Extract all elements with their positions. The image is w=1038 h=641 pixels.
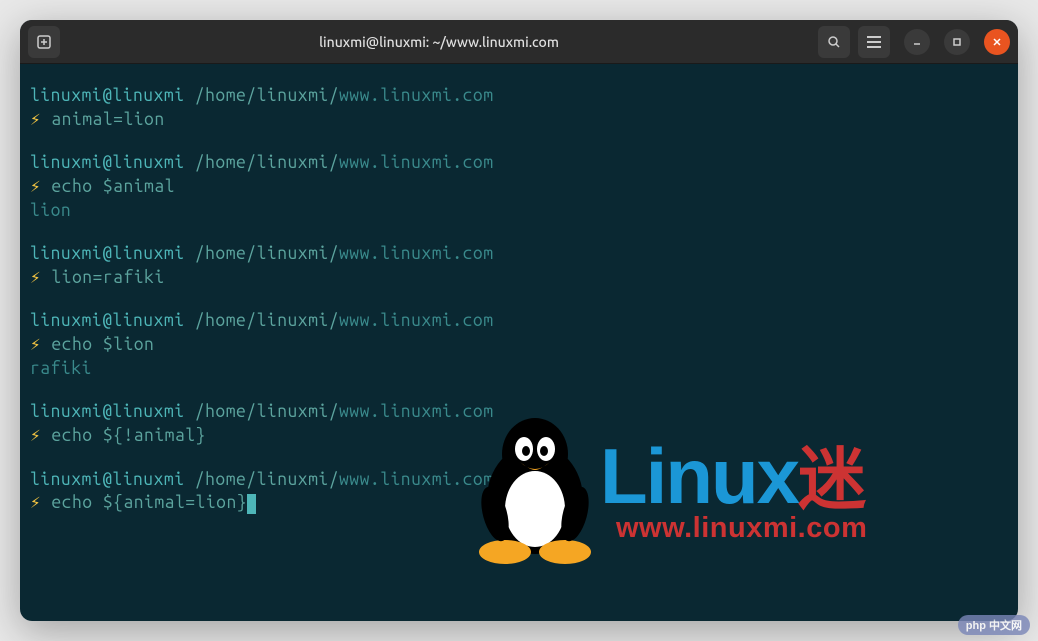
cursor: [247, 494, 256, 514]
minimize-button[interactable]: [904, 29, 930, 55]
command-block: linuxmi@linuxmi /home/linuxmi/www.linuxm…: [30, 400, 1008, 447]
terminal-window: linuxmi@linuxmi: ~/www.linuxmi.com: [20, 20, 1018, 621]
command-line: ⚡ lion=rafiki: [30, 266, 1008, 290]
close-button[interactable]: [984, 29, 1010, 55]
new-tab-icon: [37, 35, 51, 49]
command-block: linuxmi@linuxmi /home/linuxmi/www.linuxm…: [30, 84, 1008, 131]
titlebar: linuxmi@linuxmi: ~/www.linuxmi.com: [20, 20, 1018, 64]
minimize-icon: [912, 37, 922, 47]
prompt-path-line: linuxmi@linuxmi /home/linuxmi/www.linuxm…: [30, 309, 1008, 333]
command-block: linuxmi@linuxmi /home/linuxmi/www.linuxm…: [30, 309, 1008, 380]
prompt-path-line: linuxmi@linuxmi /home/linuxmi/www.linuxm…: [30, 400, 1008, 424]
prompt-path-line: linuxmi@linuxmi /home/linuxmi/www.linuxm…: [30, 84, 1008, 108]
command-block: linuxmi@linuxmi /home/linuxmi/www.linuxm…: [30, 468, 1008, 515]
command-output: rafiki: [30, 357, 1008, 381]
command-block: linuxmi@linuxmi /home/linuxmi/www.linuxm…: [30, 242, 1008, 289]
titlebar-right: [818, 26, 1010, 58]
search-button[interactable]: [818, 26, 850, 58]
maximize-icon: [952, 37, 962, 47]
new-tab-button[interactable]: [28, 26, 60, 58]
command-line: ⚡ echo $lion: [30, 333, 1008, 357]
window-title: linuxmi@linuxmi: ~/www.linuxmi.com: [60, 34, 818, 50]
terminal-content[interactable]: linuxmi@linuxmi /home/linuxmi/www.linuxm…: [20, 64, 1018, 525]
command-output: lion: [30, 199, 1008, 223]
search-icon: [827, 35, 841, 49]
close-icon: [992, 37, 1002, 47]
command-line: ⚡ animal=lion: [30, 108, 1008, 132]
hamburger-icon: [867, 36, 881, 48]
php-badge: php 中文网: [958, 615, 1030, 635]
prompt-path-line: linuxmi@linuxmi /home/linuxmi/www.linuxm…: [30, 151, 1008, 175]
watermark-url: www.linuxmi.com: [616, 509, 867, 548]
prompt-path-line: linuxmi@linuxmi /home/linuxmi/www.linuxm…: [30, 242, 1008, 266]
command-line: ⚡ echo ${!animal}: [30, 424, 1008, 448]
command-line: ⚡ echo $animal: [30, 175, 1008, 199]
command-line: ⚡ echo ${animal=lion}: [30, 491, 1008, 515]
command-block: linuxmi@linuxmi /home/linuxmi/www.linuxm…: [30, 151, 1008, 222]
menu-button[interactable]: [858, 26, 890, 58]
maximize-button[interactable]: [944, 29, 970, 55]
prompt-path-line: linuxmi@linuxmi /home/linuxmi/www.linuxm…: [30, 468, 1008, 492]
